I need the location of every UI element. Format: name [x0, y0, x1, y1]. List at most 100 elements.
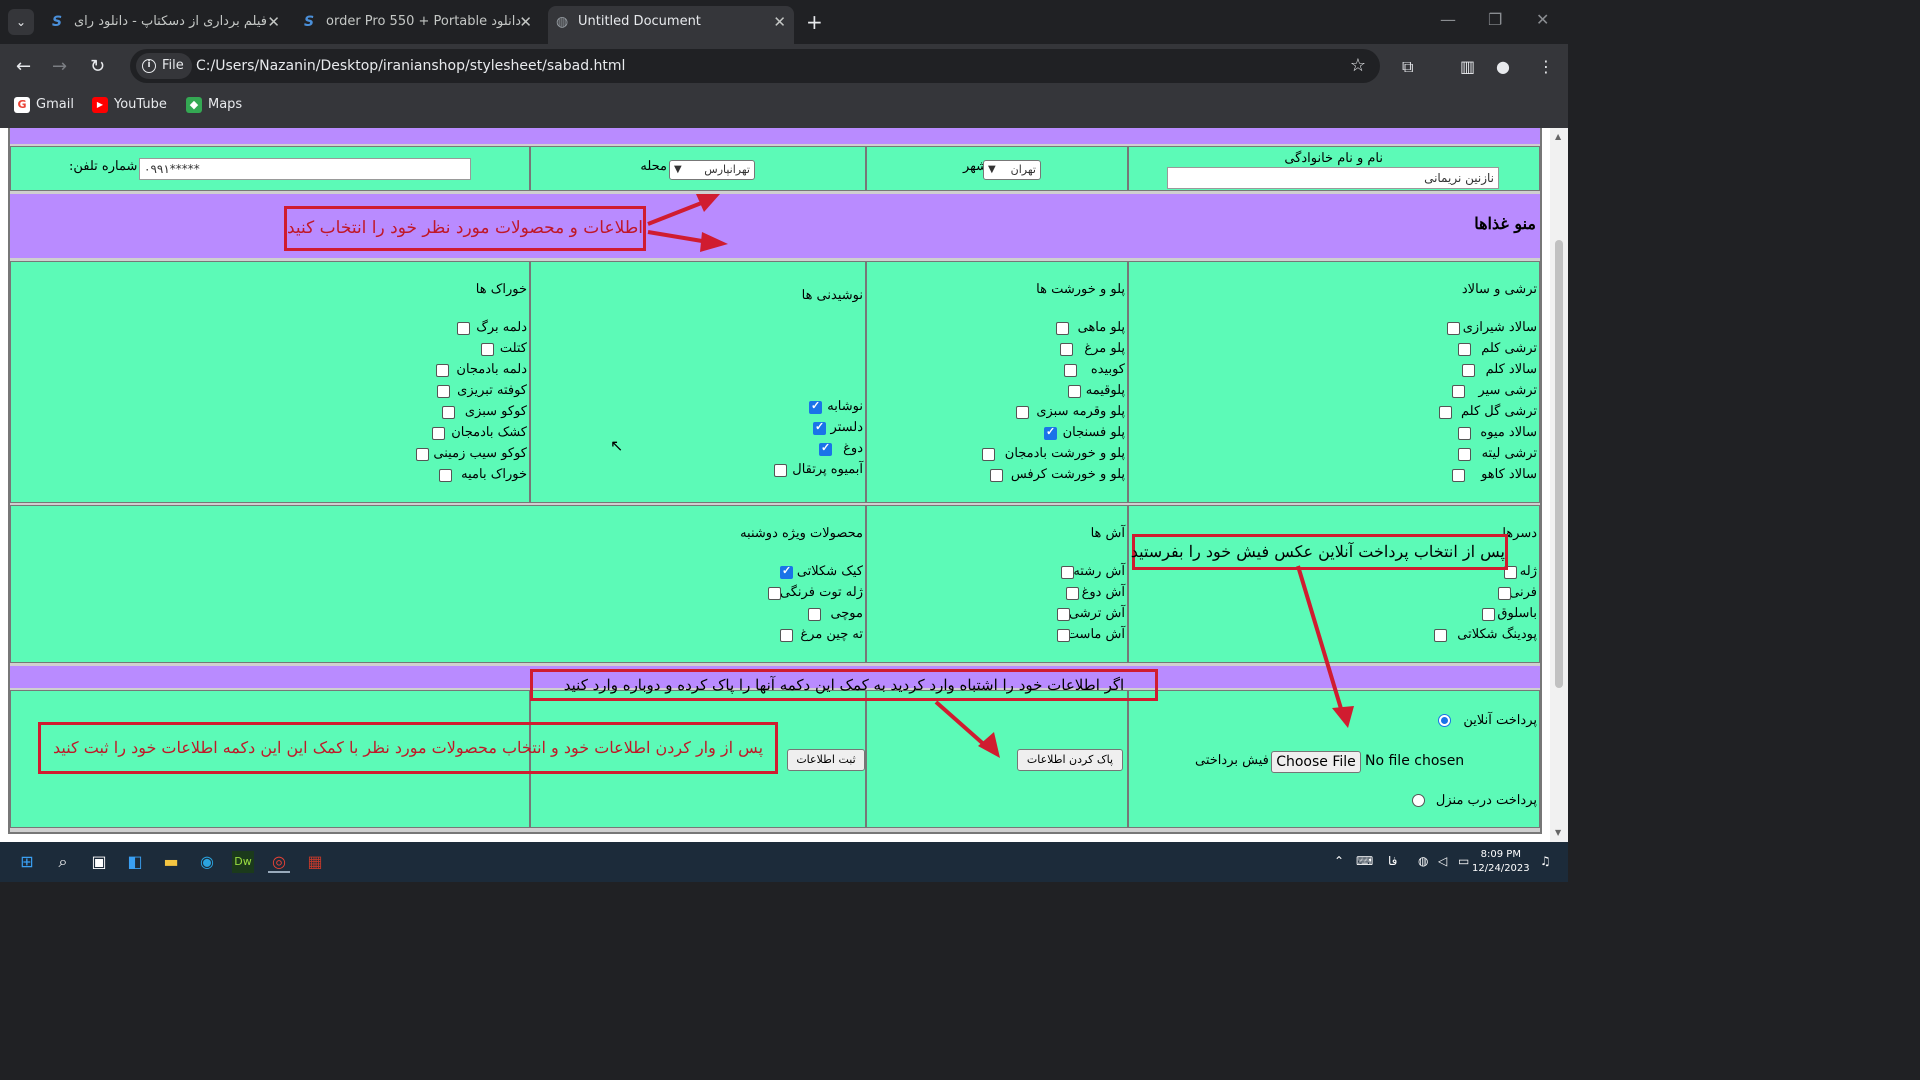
minimize-icon[interactable]: — — [1440, 10, 1456, 29]
item-checkbox[interactable] — [1066, 587, 1079, 600]
item-checkbox[interactable] — [481, 343, 494, 356]
forward-icon[interactable]: → — [52, 56, 67, 77]
item-checkbox[interactable] — [442, 406, 455, 419]
item-checkbox[interactable] — [1458, 427, 1471, 440]
online-payment-radio[interactable] — [1438, 714, 1451, 727]
item-checkbox[interactable] — [780, 629, 793, 642]
item-checkbox[interactable] — [774, 464, 787, 477]
widgets-icon[interactable]: ◧ — [124, 851, 146, 873]
item-checkbox[interactable] — [1068, 385, 1081, 398]
chip-label: File — [162, 58, 184, 73]
choose-file-button[interactable]: Choose File — [1271, 751, 1361, 773]
item-checkbox[interactable] — [1439, 406, 1452, 419]
url-text[interactable]: C:/Users/Nazanin/Desktop/iranianshop/sty… — [196, 49, 625, 83]
name-input[interactable]: نازنین نریمانی — [1167, 167, 1499, 189]
item-checkbox[interactable] — [1056, 322, 1069, 335]
chevron-up-icon[interactable]: ⌃ — [1334, 854, 1344, 868]
close-icon[interactable]: ✕ — [519, 6, 532, 38]
item-checkbox[interactable] — [439, 469, 452, 482]
item-checkbox[interactable] — [437, 385, 450, 398]
item-checkbox[interactable] — [768, 587, 781, 600]
notification-bell-icon[interactable]: ♫ — [1540, 854, 1551, 868]
extensions-icon[interactable]: ⧉ — [1402, 57, 1413, 77]
item-checkbox[interactable] — [780, 564, 793, 579]
clear-button[interactable]: پاک کردن اطلاعات — [1017, 749, 1123, 771]
tab-search-button[interactable]: ⌄ — [8, 9, 34, 35]
item-checkbox[interactable] — [432, 427, 445, 440]
keyboard-icon[interactable]: ⌨ — [1356, 854, 1373, 868]
menu-kebab-icon[interactable]: ⋮ — [1538, 57, 1554, 76]
item-checkbox[interactable] — [1482, 608, 1495, 621]
city-select[interactable]: تهران ▼ — [983, 160, 1041, 180]
profile-icon[interactable]: ● — [1496, 57, 1510, 76]
new-tab-icon[interactable]: + — [806, 10, 823, 34]
windows-start-icon[interactable]: ⊞ — [16, 851, 38, 873]
item-checkbox[interactable] — [1452, 469, 1465, 482]
tab-3-active[interactable]: ◍ Untitled Document ✕ — [548, 6, 794, 44]
reload-icon[interactable]: ↻ — [90, 56, 105, 77]
vertical-scrollbar[interactable]: ▲ ▼ — [1550, 128, 1568, 842]
item-checkbox[interactable] — [1057, 608, 1070, 621]
restore-icon[interactable]: ❐ — [1488, 10, 1502, 29]
item-checkbox[interactable] — [1016, 406, 1029, 419]
item-checkbox[interactable] — [982, 448, 995, 461]
edge-icon[interactable]: ◉ — [196, 851, 218, 873]
item-checkbox[interactable] — [808, 608, 821, 621]
dreamweaver-icon[interactable]: Dw — [232, 851, 254, 873]
bookmark-gmail[interactable]: G Gmail — [14, 97, 74, 113]
item-checkbox[interactable] — [1061, 566, 1074, 579]
submit-button[interactable]: ثبت اطلاعات — [787, 749, 865, 771]
search-icon[interactable]: ⌕ — [52, 851, 74, 873]
bookmark-youtube[interactable]: ▶ YouTube — [92, 97, 167, 113]
window-close-icon[interactable]: ✕ — [1536, 10, 1549, 29]
bookmark-maps[interactable]: ◆ Maps — [186, 97, 242, 113]
name-cell: نام و نام خانوادگی نازنین نریمانی — [1128, 146, 1540, 191]
side-panel-icon[interactable]: ▥ — [1460, 57, 1475, 76]
chrome-icon[interactable]: ◎ — [268, 851, 290, 873]
tab-1[interactable]: S فیلم برداری از دسکتاپ - دانلود رای ✕ — [44, 6, 288, 44]
address-bar[interactable]: i File C:/Users/Nazanin/Desktop/iranians… — [130, 49, 1380, 83]
checkbox-label: سالاد کاهو — [1481, 467, 1537, 482]
door-payment-radio[interactable] — [1412, 794, 1425, 807]
door-payment-label: پرداخت درب منزل — [1435, 793, 1537, 808]
winrar-icon[interactable]: ▦ — [304, 851, 326, 873]
item-checkbox[interactable] — [457, 322, 470, 335]
item-checkbox[interactable] — [1434, 629, 1447, 642]
clock[interactable]: 8:09 PM 12/24/2023 — [1472, 848, 1530, 876]
phone-input[interactable]: ۰۹۹۱***** — [139, 158, 471, 180]
item-checkbox[interactable] — [1060, 343, 1073, 356]
item-checkbox[interactable] — [1057, 629, 1070, 642]
salads-cell: ترشی و سالاد سالاد شیرازی ترشی کلم سالاد ک… — [1128, 261, 1540, 503]
item-checkbox[interactable] — [1447, 322, 1460, 335]
close-icon[interactable]: ✕ — [267, 6, 280, 38]
network-icon[interactable]: ◍ — [1418, 854, 1428, 868]
task-view-icon[interactable]: ▣ — [88, 851, 110, 873]
tab-2[interactable]: S order Pro 550 + Portable دانلود ✕ — [296, 6, 540, 44]
item-checkbox[interactable] — [990, 469, 1003, 482]
site-info-chip[interactable]: i File — [136, 53, 192, 79]
language-indicator[interactable]: فا — [1388, 854, 1397, 868]
back-icon[interactable]: ← — [16, 56, 31, 77]
scrollbar-thumb[interactable] — [1555, 240, 1563, 688]
scroll-up-icon[interactable]: ▲ — [1555, 132, 1561, 141]
item-checkbox[interactable] — [1044, 425, 1057, 440]
volume-icon[interactable]: ◁ — [1438, 854, 1447, 868]
item-checkbox[interactable] — [809, 399, 822, 414]
battery-icon[interactable]: ▭ — [1458, 854, 1469, 868]
item-checkbox[interactable] — [1462, 364, 1475, 377]
item-checkbox[interactable] — [436, 364, 449, 377]
bookmark-star-icon[interactable]: ☆ — [1350, 55, 1366, 76]
item-checkbox[interactable] — [1498, 587, 1511, 600]
item-checkbox[interactable] — [1458, 448, 1471, 461]
item-checkbox[interactable] — [813, 420, 826, 435]
item-checkbox[interactable] — [416, 448, 429, 461]
district-select[interactable]: تهرانپارس ▼ — [669, 160, 755, 180]
item-checkbox[interactable] — [819, 441, 832, 456]
scroll-down-icon[interactable]: ▼ — [1555, 828, 1561, 837]
item-checkbox[interactable] — [1452, 385, 1465, 398]
item-checkbox[interactable] — [1458, 343, 1471, 356]
item-checkbox[interactable] — [1064, 364, 1077, 377]
file-explorer-icon[interactable]: ▬ — [160, 851, 182, 873]
clear-hint-annotation: اگر اطلاعات خود را اشتباه وارد کردید به … — [530, 669, 1158, 701]
close-icon[interactable]: ✕ — [773, 6, 786, 38]
